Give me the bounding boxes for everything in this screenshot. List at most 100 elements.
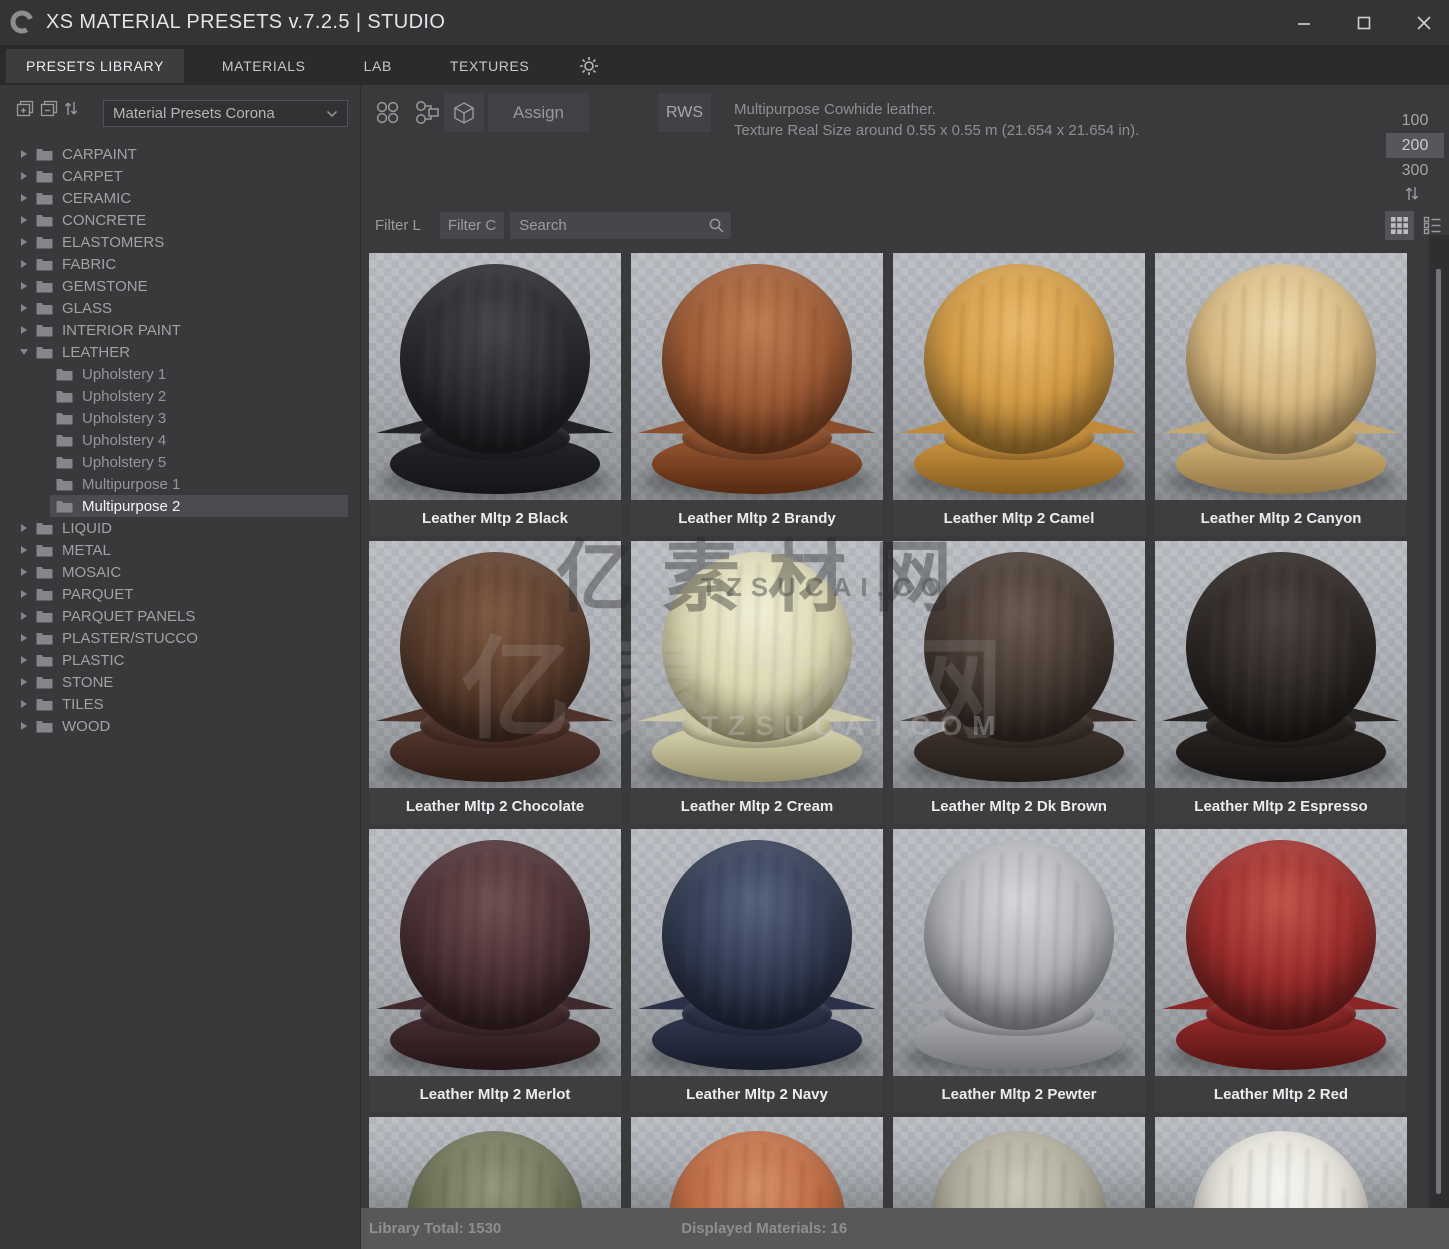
- sidebar-item-label: Upholstery 1: [82, 366, 166, 383]
- size-option-200[interactable]: 200: [1386, 133, 1444, 158]
- material-card-leather-mltp-2-red[interactable]: Leather Mltp 2 Red: [1155, 829, 1407, 1112]
- sidebar-item-upholstery-1[interactable]: Upholstery 1: [0, 363, 360, 385]
- caret-right-icon[interactable]: [16, 282, 32, 290]
- sidebar-item-upholstery-5[interactable]: Upholstery 5: [0, 451, 360, 473]
- size-option-100[interactable]: 100: [1386, 108, 1444, 133]
- minimize-icon[interactable]: [1293, 12, 1315, 34]
- material-card-partial-1[interactable]: [369, 1117, 621, 1208]
- size-option-300[interactable]: 300: [1386, 158, 1444, 183]
- folder-icon: [36, 302, 53, 315]
- grid-scrollbar-thumb[interactable]: [1436, 269, 1441, 1194]
- sidebar-item-gemstone[interactable]: GEMSTONE: [0, 275, 360, 297]
- folder-icon: [36, 214, 53, 227]
- caret-right-icon[interactable]: [16, 172, 32, 180]
- sidebar-item-mosaic[interactable]: MOSAIC: [0, 561, 360, 583]
- filter-library-toggle[interactable]: Filter L: [369, 217, 427, 234]
- assign-nodes-icon[interactable]: [413, 98, 442, 127]
- sidebar-item-glass[interactable]: GLASS: [0, 297, 360, 319]
- material-card-leather-mltp-2-chocolate[interactable]: Leather Mltp 2 Chocolate: [369, 541, 621, 824]
- caret-right-icon[interactable]: [16, 634, 32, 642]
- material-card-leather-mltp-2-cream[interactable]: Leather Mltp 2 Cream: [631, 541, 883, 824]
- rws-button[interactable]: RWS: [658, 93, 711, 132]
- sidebar-item-liquid[interactable]: LIQUID: [0, 517, 360, 539]
- sidebar-item-concrete[interactable]: CONCRETE: [0, 209, 360, 231]
- app-window: XS MATERIAL PRESETS v.7.2.5 | STUDIO PRE…: [0, 0, 1449, 1249]
- cube-preview-button[interactable]: [444, 93, 484, 132]
- caret-right-icon[interactable]: [16, 656, 32, 664]
- caret-right-icon[interactable]: [16, 700, 32, 708]
- sidebar-item-parquet-panels[interactable]: PARQUET PANELS: [0, 605, 360, 627]
- tab-materials[interactable]: MATERIALS: [202, 49, 326, 83]
- tab-lab[interactable]: LAB: [344, 49, 412, 83]
- caret-right-icon[interactable]: [16, 546, 32, 554]
- material-name: Leather Mltp 2 Navy: [631, 1076, 883, 1112]
- material-card-partial-3[interactable]: [893, 1117, 1145, 1208]
- folder-icon: [36, 170, 53, 183]
- app-logo-icon: [8, 9, 36, 37]
- sidebar-item-label: GLASS: [62, 300, 112, 317]
- sidebar-item-tiles[interactable]: TILES: [0, 693, 360, 715]
- sidebar-item-carpaint[interactable]: CARPAINT: [0, 143, 360, 165]
- tree-sort-icon[interactable]: [63, 100, 79, 117]
- collection-dropdown[interactable]: Material Presets Corona: [103, 100, 348, 127]
- sidebar-item-label: MOSAIC: [62, 564, 121, 581]
- tab-textures[interactable]: TEXTURES: [430, 49, 549, 83]
- material-card-leather-mltp-2-navy[interactable]: Leather Mltp 2 Navy: [631, 829, 883, 1112]
- maximize-icon[interactable]: [1353, 12, 1375, 34]
- caret-right-icon[interactable]: [16, 150, 32, 158]
- caret-right-icon[interactable]: [16, 304, 32, 312]
- expand-all-icon[interactable]: [16, 100, 34, 117]
- sidebar-item-multipurpose-2[interactable]: Multipurpose 2: [0, 495, 360, 517]
- sidebar-item-metal[interactable]: METAL: [0, 539, 360, 561]
- material-card-leather-mltp-2-black[interactable]: Leather Mltp 2 Black: [369, 253, 621, 536]
- caret-right-icon[interactable]: [16, 568, 32, 576]
- material-card-partial-2[interactable]: [631, 1117, 883, 1208]
- caret-right-icon[interactable]: [16, 260, 32, 268]
- sidebar-item-upholstery-2[interactable]: Upholstery 2: [0, 385, 360, 407]
- sidebar-item-interior-paint[interactable]: INTERIOR PAINT: [0, 319, 360, 341]
- material-card-leather-mltp-2-dk-brown[interactable]: Leather Mltp 2 Dk Brown: [893, 541, 1145, 824]
- material-card-leather-mltp-2-merlot[interactable]: Leather Mltp 2 Merlot: [369, 829, 621, 1112]
- sidebar-item-carpet[interactable]: CARPET: [0, 165, 360, 187]
- assign-button[interactable]: Assign: [488, 93, 589, 132]
- caret-right-icon[interactable]: [16, 612, 32, 620]
- sidebar-item-plaster-stucco[interactable]: PLASTER/STUCCO: [0, 627, 360, 649]
- folder-icon: [36, 566, 53, 579]
- sidebar-item-fabric[interactable]: FABRIC: [0, 253, 360, 275]
- material-card-leather-mltp-2-canyon[interactable]: Leather Mltp 2 Canyon: [1155, 253, 1407, 536]
- caret-right-icon[interactable]: [16, 216, 32, 224]
- settings-gear-icon[interactable]: [579, 56, 599, 76]
- caret-right-icon[interactable]: [16, 326, 32, 334]
- sidebar-item-leather[interactable]: LEATHER: [0, 341, 360, 363]
- sidebar-item-stone[interactable]: STONE: [0, 671, 360, 693]
- caret-right-icon[interactable]: [16, 238, 32, 246]
- material-card-leather-mltp-2-pewter[interactable]: Leather Mltp 2 Pewter: [893, 829, 1145, 1112]
- collapse-all-icon[interactable]: [40, 100, 58, 117]
- tab-presets-library[interactable]: PRESETS LIBRARY: [6, 49, 184, 83]
- sidebar-item-parquet[interactable]: PARQUET: [0, 583, 360, 605]
- sidebar-item-upholstery-4[interactable]: Upholstery 4: [0, 429, 360, 451]
- material-card-leather-mltp-2-brandy[interactable]: Leather Mltp 2 Brandy: [631, 253, 883, 536]
- caret-right-icon[interactable]: [16, 524, 32, 532]
- material-card-leather-mltp-2-espresso[interactable]: Leather Mltp 2 Espresso: [1155, 541, 1407, 824]
- caret-right-icon[interactable]: [16, 722, 32, 730]
- thumbnail-circles-icon[interactable]: [373, 98, 402, 127]
- grid-sort-icon[interactable]: [1404, 185, 1420, 202]
- material-card-partial-4[interactable]: [1155, 1117, 1407, 1208]
- filter-category-toggle[interactable]: Filter C: [440, 212, 504, 239]
- close-icon[interactable]: [1413, 12, 1435, 34]
- grid-view-icon[interactable]: [1385, 211, 1414, 240]
- grid-scrollbar[interactable]: [1429, 235, 1449, 1208]
- material-card-leather-mltp-2-camel[interactable]: Leather Mltp 2 Camel: [893, 253, 1145, 536]
- sidebar-item-multipurpose-1[interactable]: Multipurpose 1: [0, 473, 360, 495]
- sidebar-item-upholstery-3[interactable]: Upholstery 3: [0, 407, 360, 429]
- sidebar-item-wood[interactable]: WOOD: [0, 715, 360, 737]
- sidebar-item-ceramic[interactable]: CERAMIC: [0, 187, 360, 209]
- caret-down-icon[interactable]: [16, 349, 32, 355]
- sidebar-item-plastic[interactable]: PLASTIC: [0, 649, 360, 671]
- caret-right-icon[interactable]: [16, 194, 32, 202]
- sidebar-item-elastomers[interactable]: ELASTOMERS: [0, 231, 360, 253]
- caret-right-icon[interactable]: [16, 678, 32, 686]
- search-input[interactable]: [510, 212, 731, 239]
- caret-right-icon[interactable]: [16, 590, 32, 598]
